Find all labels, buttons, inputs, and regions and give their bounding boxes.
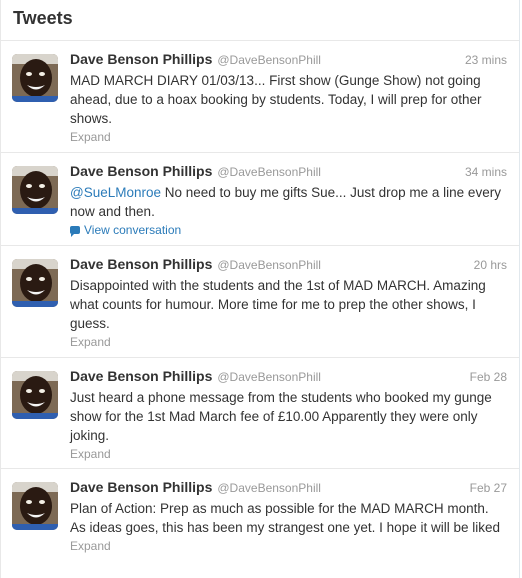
tweet-author-name[interactable]: Dave Benson Phillips xyxy=(70,163,212,179)
avatar[interactable] xyxy=(12,54,58,102)
tweet-author-handle[interactable]: @DaveBensonPhill xyxy=(217,165,321,179)
tweet-timestamp[interactable]: 34 mins xyxy=(465,165,507,179)
tweet-body: Plan of Action: Prep as much as possible… xyxy=(70,501,500,535)
tweet-body: Just heard a phone message from the stud… xyxy=(70,390,492,443)
tweet-item[interactable]: Dave Benson Phillips @DaveBensonPhill Fe… xyxy=(1,469,519,578)
tweet-author-handle[interactable]: @DaveBensonPhill xyxy=(217,53,321,67)
tweet-text: Disappointed with the students and the 1… xyxy=(70,276,507,333)
tweets-title: Tweets xyxy=(13,8,73,28)
avatar[interactable] xyxy=(12,166,58,214)
tweet-text: Just heard a phone message from the stud… xyxy=(70,388,507,445)
expand-label: Expand xyxy=(70,130,111,144)
tweet-author-handle[interactable]: @DaveBensonPhill xyxy=(217,481,321,495)
tweets-header: Tweets xyxy=(1,0,519,41)
tweet-text: Plan of Action: Prep as much as possible… xyxy=(70,499,507,537)
expand-link[interactable]: Expand xyxy=(70,538,507,554)
view-conversation-label: View conversation xyxy=(84,223,182,237)
avatar[interactable] xyxy=(12,371,58,419)
tweet-author-name[interactable]: Dave Benson Phillips xyxy=(70,479,212,495)
expand-link[interactable]: Expand xyxy=(70,334,507,350)
tweet-timestamp[interactable]: Feb 28 xyxy=(470,370,507,384)
tweet-body: MAD MARCH DIARY 01/03/13... First show (… xyxy=(70,73,482,126)
view-conversation-link[interactable]: View conversation xyxy=(70,222,507,238)
expand-label: Expand xyxy=(70,539,111,553)
avatar[interactable] xyxy=(12,259,58,307)
tweet-timestamp[interactable]: 23 mins xyxy=(465,53,507,67)
tweets-panel: Tweets Dave Benson Phillips @DaveBensonP… xyxy=(0,0,520,578)
tweet-text: MAD MARCH DIARY 01/03/13... First show (… xyxy=(70,71,507,128)
avatar[interactable] xyxy=(12,482,58,530)
expand-label: Expand xyxy=(70,447,111,461)
tweet-author-handle[interactable]: @DaveBensonPhill xyxy=(217,370,321,384)
tweet-author-handle[interactable]: @DaveBensonPhill xyxy=(217,258,321,272)
tweet-item[interactable]: Dave Benson Phillips @DaveBensonPhill 20… xyxy=(1,246,519,358)
expand-link[interactable]: Expand xyxy=(70,129,507,145)
tweet-item[interactable]: Dave Benson Phillips @DaveBensonPhill Fe… xyxy=(1,358,519,469)
tweet-text: @SueLMonroe No need to buy me gifts Sue.… xyxy=(70,183,507,221)
tweet-mention[interactable]: @SueLMonroe xyxy=(70,185,161,200)
tweet-body: Disappointed with the students and the 1… xyxy=(70,278,486,331)
conversation-icon xyxy=(70,226,80,237)
tweet-item[interactable]: Dave Benson Phillips @DaveBensonPhill 23… xyxy=(1,41,519,153)
tweet-item[interactable]: Dave Benson Phillips @DaveBensonPhill 34… xyxy=(1,153,519,246)
expand-label: Expand xyxy=(70,335,111,349)
tweet-timestamp[interactable]: Feb 27 xyxy=(470,481,507,495)
expand-link[interactable]: Expand xyxy=(70,446,507,462)
tweet-timestamp[interactable]: 20 hrs xyxy=(474,258,507,272)
tweet-author-name[interactable]: Dave Benson Phillips xyxy=(70,256,212,272)
tweet-author-name[interactable]: Dave Benson Phillips xyxy=(70,51,212,67)
tweet-author-name[interactable]: Dave Benson Phillips xyxy=(70,368,212,384)
